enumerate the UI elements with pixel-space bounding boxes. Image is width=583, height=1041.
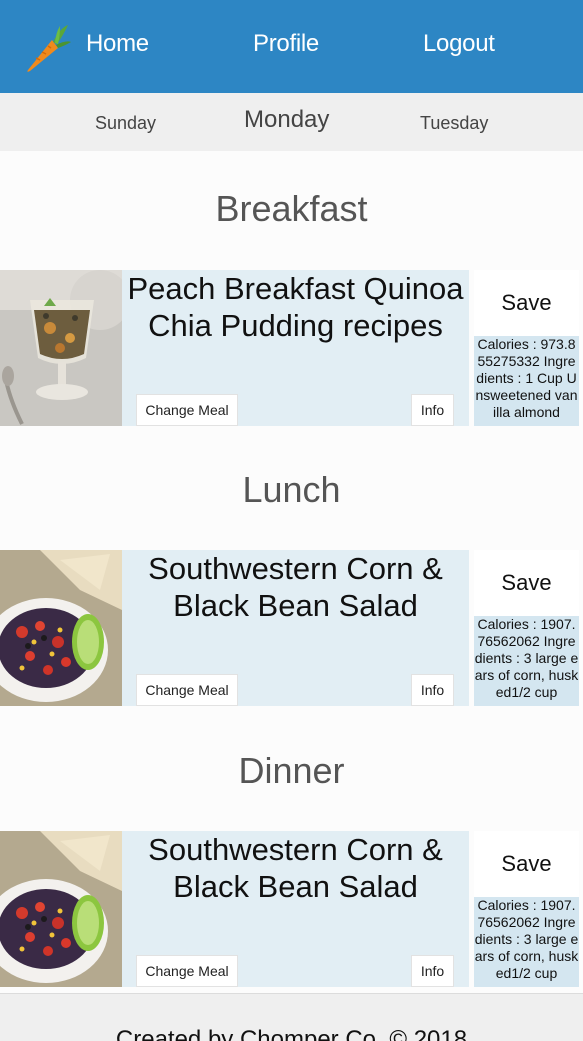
meal-details-box[interactable]: Calories : 1907.76562062 Ingredients : 3… — [474, 616, 579, 706]
meal-card-dinner: Southwestern Corn & Black Bean Salad Cha… — [0, 831, 583, 987]
save-button[interactable]: Save — [474, 550, 579, 616]
day-selector: Sunday Monday Tuesday — [0, 93, 583, 151]
meal-card-breakfast: Peach Breakfast Quinoa Chia Pudding reci… — [0, 270, 583, 426]
carrot-logo-icon[interactable] — [22, 22, 72, 74]
footer-credit: Created by Chomper Co. © 2018 — [115, 1026, 468, 1041]
meal-side-panel: Save Calories : 973.855275332 Ingredient… — [474, 270, 579, 426]
meal-body: Southwestern Corn & Black Bean Salad Cha… — [122, 831, 469, 987]
section-title-breakfast: Breakfast — [215, 188, 368, 229]
meal-card-lunch: Southwestern Corn & Black Bean Salad Cha… — [0, 550, 583, 706]
nav-home-link[interactable]: Home — [86, 30, 149, 58]
meal-body: Peach Breakfast Quinoa Chia Pudding reci… — [122, 270, 469, 426]
save-button[interactable]: Save — [474, 270, 579, 336]
meal-title: Peach Breakfast Quinoa Chia Pudding reci… — [127, 271, 464, 343]
day-next-link[interactable]: Tuesday — [420, 113, 488, 134]
info-button[interactable]: Info — [411, 955, 454, 987]
section-title-lunch: Lunch — [242, 469, 341, 510]
day-prev-link[interactable]: Sunday — [95, 113, 156, 134]
meal-side-panel: Save Calories : 1907.76562062 Ingredient… — [474, 550, 579, 706]
change-meal-button[interactable]: Change Meal — [136, 674, 238, 706]
meal-body: Southwestern Corn & Black Bean Salad Cha… — [122, 550, 469, 706]
meal-image — [0, 831, 122, 987]
change-meal-button[interactable]: Change Meal — [136, 394, 238, 426]
info-button[interactable]: Info — [411, 394, 454, 426]
footer: Created by Chomper Co. © 2018 — [0, 993, 583, 1041]
meal-details-text: Calories : 1907.76562062 Ingredients : 3… — [474, 616, 579, 700]
meal-image — [0, 550, 122, 706]
day-current-label: Monday — [244, 106, 330, 133]
meal-side-panel: Save Calories : 1907.76562062 Ingredient… — [474, 831, 579, 987]
top-nav: Home Profile Logout — [0, 0, 583, 93]
nav-logout-link[interactable]: Logout — [423, 30, 495, 58]
meal-image — [0, 270, 122, 426]
meal-details-box[interactable]: Calories : 1907.76562062 Ingredients : 3… — [474, 897, 579, 987]
meal-title: Southwestern Corn & Black Bean Salad — [148, 551, 443, 623]
meal-details-text: Calories : 973.855275332 Ingredients : 1… — [475, 336, 578, 420]
nav-profile-link[interactable]: Profile — [253, 30, 319, 58]
meal-title: Southwestern Corn & Black Bean Salad — [148, 832, 443, 904]
meal-details-text: Calories : 1907.76562062 Ingredients : 3… — [474, 897, 579, 981]
save-button[interactable]: Save — [474, 831, 579, 897]
info-button[interactable]: Info — [411, 674, 454, 706]
change-meal-button[interactable]: Change Meal — [136, 955, 238, 987]
meal-details-box[interactable]: Calories : 973.855275332 Ingredients : 1… — [474, 336, 579, 426]
section-title-dinner: Dinner — [238, 750, 345, 791]
